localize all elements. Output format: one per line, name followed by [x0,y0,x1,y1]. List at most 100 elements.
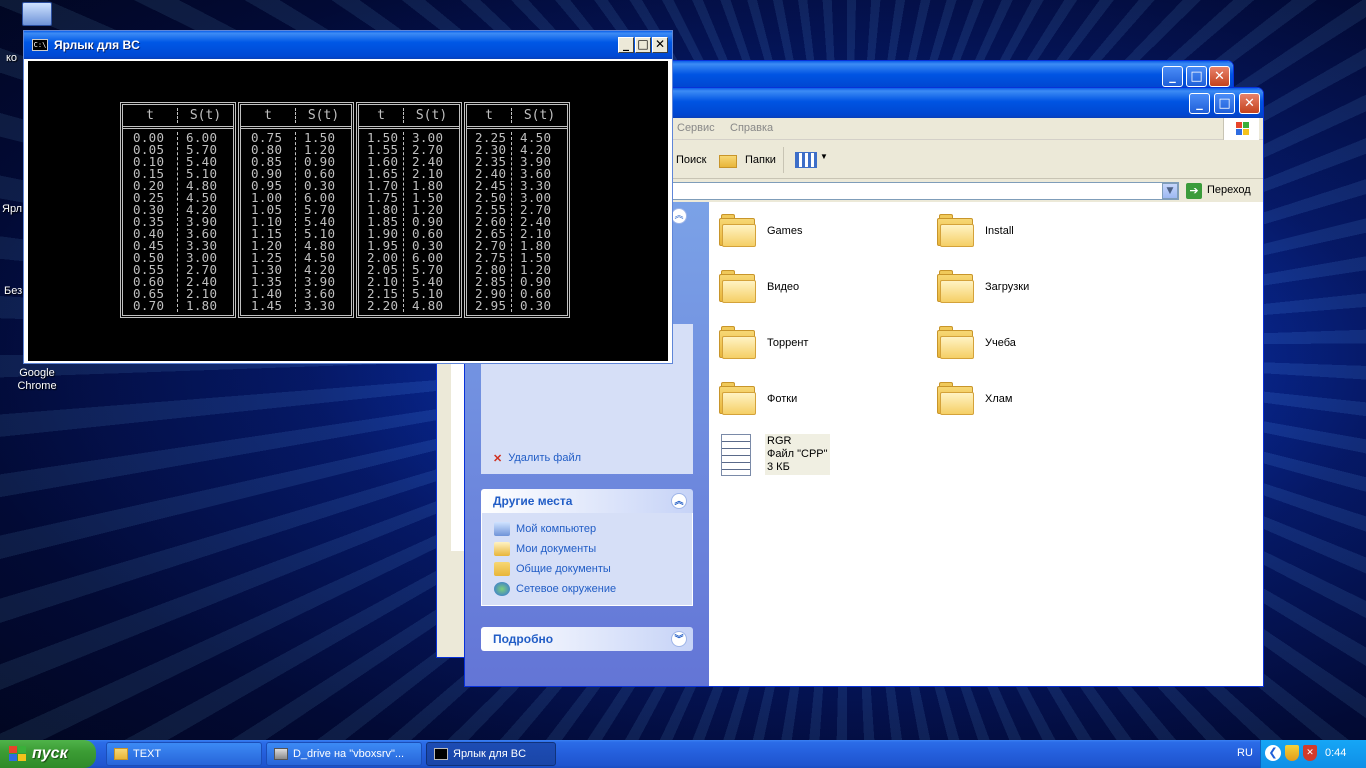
s-column: 1.50 1.20 0.90 0.60 0.30 6.00 5.70 5.40 5.10 4.80… [295,131,351,313]
folder-item[interactable]: Install [937,214,1014,248]
console-block: t S(t) 0.00 0.05 0.10 0.15 0.20 0.25 0.30 0.35 0.4… [120,102,236,318]
desktop-label-my-computer[interactable]: ко [6,52,17,64]
s-value: 3.30 [304,298,336,313]
folder-item[interactable]: Торрент [719,326,808,360]
start-label: пуск [32,745,68,762]
maximize-button[interactable]: □ [1214,93,1235,114]
views-dropdown-icon[interactable]: ▼ [820,152,828,161]
task-label: TEXT [133,748,162,760]
minimize-button[interactable]: _ [1189,93,1210,114]
t-column: 0.00 0.05 0.10 0.15 0.20 0.25 0.30 0.35 0.40 0.45… [123,131,177,312]
my-computer-icon[interactable] [22,2,52,26]
folder-label: Торрент [767,337,809,349]
expand-chevron-icon[interactable]: ︾ [671,631,687,647]
console-window[interactable]: C:\ Ярлык для BC _ □ ✕ t S(t) 0.00 0.05 0.10… [23,30,673,364]
search-button[interactable]: Поиск [676,154,706,166]
header-s: S(t) [511,108,567,123]
minimize-button[interactable]: _ [618,37,634,53]
my-computer-label: Мой компьютер [516,523,597,535]
folder-label: Видео [767,281,800,293]
collapse-chevron-icon[interactable]: ︽ [671,208,687,224]
taskbar: пуск TEXT D_drive на "vboxsrv"... Ярлык … [0,740,1366,768]
console-screen[interactable]: t S(t) 0.00 0.05 0.10 0.15 0.20 0.25 0.30 0.35 0.4… [28,61,668,361]
system-tray: ❮ ✕ 0:44 [1260,740,1366,768]
menu-service[interactable]: Сервис [677,122,715,134]
file-details: RGR Файл "CPP" 3 КБ [765,434,830,475]
folder-item[interactable]: Games [719,214,802,248]
other-places-header[interactable]: Другие места ︽ [481,489,693,513]
s-value: 1.80 [186,298,218,313]
details-panel: Подробно ︾ [481,627,693,651]
header-s: S(t) [295,108,351,123]
windows-logo-icon [1223,118,1259,140]
desktop-label-chrome[interactable]: Google Chrome [8,367,66,393]
delete-file-label: Удалить файл [508,452,582,464]
details-header[interactable]: Подробно ︾ [481,627,693,651]
security-alert-icon[interactable]: ✕ [1303,745,1317,761]
console-titlebar[interactable]: C:\ Ярлык для BC _ □ ✕ [24,31,672,59]
console-block: t S(t) 0.75 0.80 0.85 0.90 0.95 1.00 1.05 1.10 1.1… [238,102,354,318]
folder-icon [719,270,757,304]
views-icon[interactable] [795,152,817,168]
language-indicator[interactable]: RU [1237,747,1253,759]
toolbar-divider [783,147,784,173]
security-shield-icon[interactable] [1285,745,1299,761]
folder-label: Загрузки [985,281,1030,293]
console-block-header: t S(t) [241,105,351,129]
go-button[interactable]: Переход [1207,184,1251,196]
maximize-button[interactable]: □ [635,37,651,53]
s-value: 4.80 [412,298,444,313]
network-places-link[interactable]: Сетевое окружение [494,579,692,599]
start-button[interactable]: пуск [0,740,96,768]
chrome-label-line1: Google [19,367,55,379]
taskbar-item-text[interactable]: TEXT [106,742,262,766]
folder-item[interactable]: Хлам [937,382,1012,416]
collapse-chevron-icon[interactable]: ︽ [671,493,687,509]
desktop-label-untitled[interactable]: Без [4,285,22,297]
close-button[interactable]: ✕ [652,37,668,53]
t-column: 2.25 2.30 2.35 2.40 2.45 2.50 2.55 2.60 2.65 2.70… [467,131,511,313]
go-arrow-icon[interactable]: ➔ [1186,183,1202,199]
delete-file-link[interactable]: ✕ Удалить файл [493,448,581,468]
address-dropdown-icon[interactable]: ▼ [1162,183,1178,199]
file-name: RGR [767,435,792,447]
folder-item[interactable]: Видео [719,270,799,304]
console-block-header: t S(t) [467,105,567,129]
minimize-button[interactable]: _ [1162,66,1183,87]
t-column: 0.75 0.80 0.85 0.90 0.95 1.00 1.05 1.10 1.15 1.20… [241,131,295,312]
tray-arrow-icon[interactable]: ❮ [1265,745,1281,761]
close-button[interactable]: ✕ [1209,66,1230,87]
task-label: D_drive на "vboxsrv"... [293,748,405,760]
folder-icon [937,382,975,416]
t-column: 1.50 1.55 1.60 1.65 1.70 1.75 1.80 1.85 1.90 1.95… [359,131,403,312]
maximize-button[interactable]: □ [1186,66,1207,87]
t-value: 2.95 [475,298,507,313]
menu-help[interactable]: Справка [730,122,773,134]
folder-item[interactable]: Фотки [719,382,797,416]
taskbar-item-console[interactable]: Ярлык для BC [426,742,556,766]
documents-folder-icon [494,542,510,556]
folder-item[interactable]: Учеба [937,326,1016,360]
my-computer-link[interactable]: Мой компьютер [494,519,692,539]
shared-documents-link[interactable]: Общие документы [494,559,692,579]
my-documents-link[interactable]: Мои документы [494,539,692,559]
taskbar-item-d-drive[interactable]: D_drive на "vboxsrv"... [266,742,422,766]
close-button[interactable]: ✕ [1239,93,1260,114]
network-icon [494,582,510,596]
desktop-label-shortcut[interactable]: Ярл [2,203,22,215]
folder-icon [719,382,757,416]
console-block: t S(t) 2.25 2.30 2.35 2.40 2.45 2.50 2.55 2.60 2.6… [464,102,570,318]
my-documents-label: Мои документы [516,543,597,555]
folders-button[interactable]: Папки [745,154,776,166]
header-t: t [485,108,493,123]
header-s: S(t) [177,108,233,123]
folder-item[interactable]: Загрузки [937,270,1029,304]
file-item[interactable]: RGR Файл "CPP" 3 КБ [721,434,830,476]
s-column: 4.50 4.20 3.90 3.60 3.30 3.00 2.70 2.40 2.10 1.80… [511,131,567,312]
network-places-label: Сетевое окружение [516,583,617,595]
file-list: Games Install Видео Загрузки Торрент Уче… [709,202,1263,686]
folder-icon [937,270,975,304]
cpp-file-icon [721,434,751,476]
header-t: t [264,108,272,123]
header-t: t [146,108,154,123]
